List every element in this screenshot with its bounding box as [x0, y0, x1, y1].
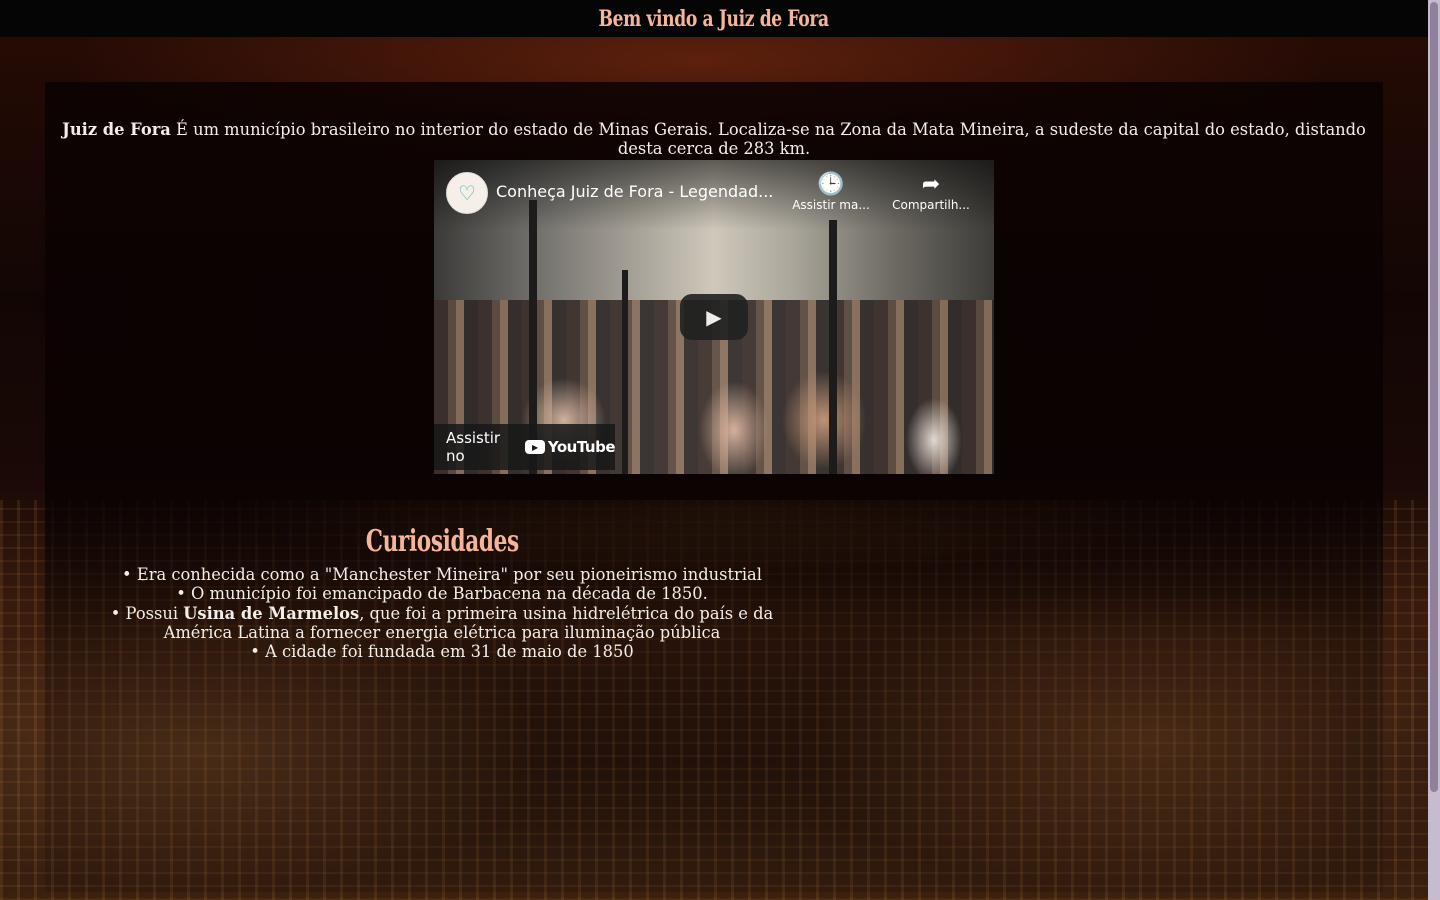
list-item: Possui Usina de Marmelos, que foi a prim… — [100, 604, 784, 643]
page-title: Bem vindo a Juiz de Fora — [598, 6, 830, 32]
list-item-text: A cidade foi fundada em 31 de maio de 18… — [265, 642, 634, 662]
list-item: O município foi emancipado de Barbacena … — [100, 584, 784, 603]
curiosidades-list: Era conhecida como a "Manchester Mineira… — [100, 565, 784, 661]
intro-city-name: Juiz de Fora — [62, 120, 171, 139]
list-item-bold: Usina de Marmelos — [183, 603, 360, 623]
page-header: Bem vindo a Juiz de Fora — [0, 0, 1428, 37]
clock-icon: 🕒 — [817, 172, 845, 197]
thumbnail-lamppost — [829, 220, 837, 474]
list-item-text: Possui — [125, 603, 184, 623]
list-item-text: Era conhecida como a "Manchester Mineira… — [136, 565, 762, 584]
share-label: Compartilh... — [892, 198, 970, 212]
youtube-play-mark: ▶ — [524, 440, 545, 454]
watch-later-button[interactable]: 🕒 Assistir ma... — [790, 172, 872, 212]
list-item-text: O município foi emancipado de Barbacena … — [191, 584, 708, 604]
youtube-wordmark: YouTube — [547, 438, 616, 456]
thumbnail-lamppost — [622, 270, 628, 474]
video-title-link[interactable]: Conheça Juiz de Fora - Legendad... — [496, 182, 786, 201]
intro-paragraph: Juiz de Fora É um município brasileiro n… — [45, 120, 1383, 158]
share-icon: ➦ — [921, 172, 941, 197]
watch-on-label: Assistir no — [446, 429, 501, 465]
scrollbar-track[interactable] — [1428, 0, 1440, 900]
list-item: Era conhecida como a "Manchester Mineira… — [100, 565, 784, 584]
curiosidades-section: Curiosidades Era conhecida como a "Manch… — [100, 524, 784, 661]
scrollbar-thumb[interactable] — [1430, 2, 1438, 792]
watch-later-label: Assistir ma... — [792, 198, 870, 212]
play-icon: ▶ — [706, 305, 722, 329]
share-button[interactable]: ➦ Compartilh... — [890, 172, 972, 212]
play-button[interactable]: ▶ — [680, 294, 748, 340]
curiosidades-title: Curiosidades — [365, 524, 519, 559]
video-top-bar: ♡ Conheça Juiz de Fora - Legendad... 🕒 A… — [434, 160, 994, 220]
intro-text: É um município brasileiro no interior do… — [170, 120, 1366, 158]
watch-on-youtube-button[interactable]: Assistir no ▶ YouTube — [434, 424, 616, 470]
heart-logo-icon[interactable]: ♡ — [446, 172, 488, 214]
youtube-logo-icon: ▶ YouTube — [524, 438, 616, 456]
list-item: A cidade foi fundada em 31 de maio de 18… — [100, 642, 784, 661]
youtube-embed[interactable]: ♡ Conheça Juiz de Fora - Legendad... 🕒 A… — [434, 160, 994, 474]
